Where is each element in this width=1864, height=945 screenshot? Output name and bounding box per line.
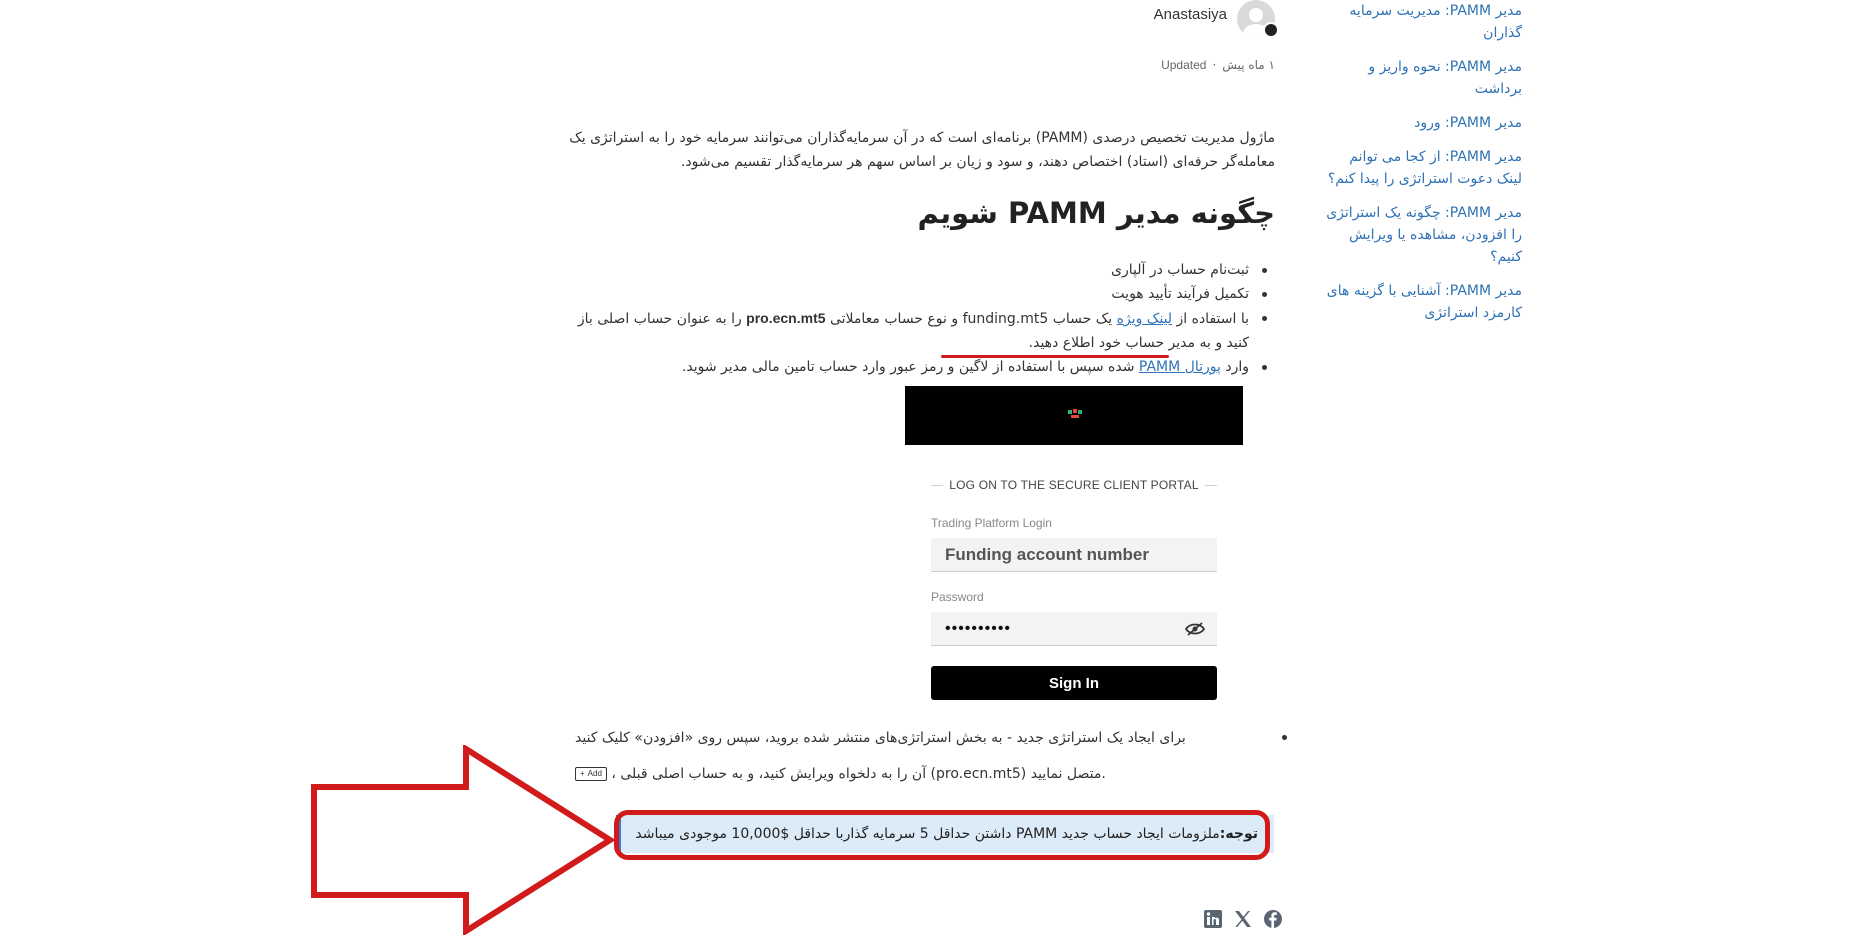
red-underline-annotation [941,355,1169,358]
step-text: شده سپس با استفاده از لاگین و رمز عبور و… [681,359,1139,375]
alpari-logo-icon [1068,409,1082,418]
step-text: وارد [1220,359,1249,375]
divider [1204,484,1217,486]
article-meta: ۱ ماه پیش · Updated [1161,58,1275,72]
sidebar-item-deposit-withdraw[interactable]: مدیر PAMM: نحوه واریز و برداشت [1322,56,1522,100]
portal-title: LOG ON TO THE SECURE CLIENT PORTAL [949,478,1199,492]
login-field: Funding account number [931,538,1217,572]
list-item: تکمیل فرآیند تأیید هویت [555,282,1275,306]
client-portal-login-image: LOG ON TO THE SECURE CLIENT PORTAL Tradi… [931,478,1217,700]
list-item: با استفاده از لینک ویژه یک حساب funding.… [555,306,1275,355]
step-text: با استفاده از [1172,311,1250,327]
linkedin-icon[interactable] [1203,909,1223,929]
step-text: تکمیل فرآیند تأیید هویت [1111,286,1249,302]
portal-title-row: LOG ON TO THE SECURE CLIENT PORTAL [931,478,1217,492]
x-icon[interactable] [1233,909,1253,929]
updated-time: ۱ ماه پیش [1222,58,1275,72]
pamm-portal-link[interactable]: پورتال PAMM [1139,359,1221,375]
meta-separator: · [1212,58,1217,72]
sidebar-item-login[interactable]: مدیر PAMM: ورود [1322,112,1522,134]
login-label: Trading Platform Login [931,516,1052,530]
page-title: چگونه مدیر PAMM شویم [917,196,1275,230]
special-link[interactable]: لینک ویژه [1117,311,1172,327]
article-intro: ماژول مدیریت تخصیص درصدی (PAMM) برنامه‌ا… [569,130,1275,170]
facebook-icon[interactable] [1263,909,1283,929]
password-label: Password [931,590,984,604]
portal-banner-image [905,386,1243,445]
divider [931,484,944,486]
related-articles-sidebar: مدیر PAMM: مدیریت سرمایه گذاران مدیر PAM… [1322,0,1522,336]
red-arrow-annotation [311,745,616,935]
red-highlight-outline [614,810,1270,860]
sidebar-item-add-strategy[interactable]: مدیر PAMM: چگونه یک استراتژی را افزودن، … [1322,202,1522,268]
steps-list: ثبت‌نام حساب در آلپاری تکمیل فرآیند تأیی… [555,258,1275,379]
step-text: ، آن را به دلخواه ویرایش کنید، و به حساب… [606,766,1106,782]
list-item: برای ایجاد یک استراتژی جدید - به بخش است… [575,720,1295,792]
list-item: وارد پورتال PAMM شده سپس با استفاده از ل… [555,355,1275,379]
account-type: pro.ecn.mt5 [746,310,826,326]
avatar[interactable] [1233,0,1279,38]
sidebar-item-fee-options[interactable]: مدیر PAMM: آشنایی با گزینه های کارمزد اس… [1322,280,1522,324]
eye-slash-icon [1185,621,1205,636]
list-item: ثبت‌نام حساب در آلپاری [555,258,1275,282]
author-name[interactable]: Anastasiya [1154,6,1227,23]
agent-badge-icon [1263,22,1279,38]
sidebar-item-invite-link[interactable]: مدیر PAMM: از کجا می توانم لینک دعوت است… [1322,146,1522,190]
sidebar-item-manage-investors[interactable]: مدیر PAMM: مدیریت سرمایه گذاران [1322,0,1522,44]
author-row: Anastasiya [1154,0,1279,38]
step-text: ثبت‌نام حساب در آلپاری [1111,262,1249,278]
password-field: •••••••••• [931,612,1217,646]
strategy-steps-list: برای ایجاد یک استراتژی جدید - به بخش است… [575,720,1295,792]
password-value: •••••••••• [945,619,1012,637]
step-text: برای ایجاد یک استراتژی جدید - به بخش است… [575,730,1186,746]
updated-label: Updated [1161,58,1207,72]
step-text: یک حساب funding.mt5 و نوع حساب معاملاتی [825,311,1117,327]
sign-in-button: Sign In [931,666,1217,700]
social-share [1203,909,1283,929]
